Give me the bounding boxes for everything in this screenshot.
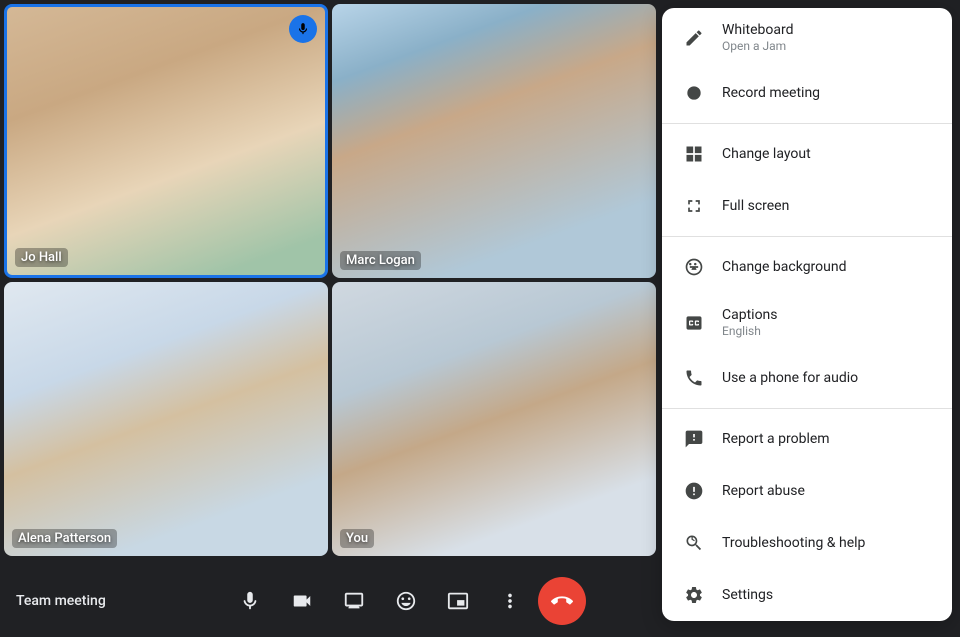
captions-label: Captions: [722, 307, 778, 323]
whiteboard-sublabel: Open a Jam: [722, 39, 794, 53]
whiteboard-label: Whiteboard: [722, 22, 794, 38]
video-grid: Jo Hall Marc Logan Alena Patterson You: [0, 0, 660, 560]
pip-button[interactable]: [434, 577, 482, 625]
video-tile-alena: Alena Patterson: [4, 282, 328, 556]
report-abuse-icon: [682, 479, 706, 503]
bottom-toolbar: Team meeting: [0, 565, 660, 637]
menu-item-report-problem[interactable]: Report a problem: [662, 413, 952, 465]
present-button[interactable]: [330, 577, 378, 625]
edit-icon: [682, 26, 706, 50]
video-tile-marc: Marc Logan: [332, 4, 656, 278]
help-icon: [682, 531, 706, 555]
menu-item-whiteboard[interactable]: Whiteboard Open a Jam: [662, 8, 952, 67]
divider-3: [662, 408, 952, 409]
audio-indicator-jo: [289, 15, 317, 43]
change-layout-label: Change layout: [722, 146, 811, 162]
menu-item-change-layout[interactable]: Change layout: [662, 128, 952, 180]
menu-item-captions[interactable]: Captions English: [662, 293, 952, 352]
toolbar-controls: [226, 577, 586, 625]
background-icon: [682, 255, 706, 279]
react-button[interactable]: [382, 577, 430, 625]
report-problem-icon: [682, 427, 706, 451]
video-tile-you: You: [332, 282, 656, 556]
meeting-title: Team meeting: [16, 593, 106, 609]
mic-button[interactable]: [226, 577, 274, 625]
menu-item-report-abuse[interactable]: Report abuse: [662, 465, 952, 517]
report-problem-label: Report a problem: [722, 431, 830, 447]
camera-button[interactable]: [278, 577, 326, 625]
participant-name-marc: Marc Logan: [340, 251, 421, 270]
divider-2: [662, 236, 952, 237]
menu-item-phone-audio[interactable]: Use a phone for audio: [662, 352, 952, 404]
settings-icon: [682, 583, 706, 607]
record-icon: [682, 81, 706, 105]
menu-item-settings[interactable]: Settings: [662, 569, 952, 621]
menu-item-record[interactable]: Record meeting: [662, 67, 952, 119]
more-options-button[interactable]: [486, 577, 534, 625]
cc-icon: [682, 311, 706, 335]
fullscreen-icon: [682, 194, 706, 218]
settings-label: Settings: [722, 587, 773, 603]
video-tile-jo: Jo Hall: [4, 4, 328, 278]
divider-1: [662, 123, 952, 124]
report-abuse-label: Report abuse: [722, 483, 805, 499]
layout-icon: [682, 142, 706, 166]
change-background-label: Change background: [722, 259, 847, 275]
menu-item-troubleshooting[interactable]: Troubleshooting & help: [662, 517, 952, 569]
end-call-button[interactable]: [538, 577, 586, 625]
menu-item-change-background[interactable]: Change background: [662, 241, 952, 293]
captions-sublabel: English: [722, 324, 778, 338]
context-menu: Whiteboard Open a Jam Record meeting Cha…: [662, 8, 952, 621]
troubleshooting-label: Troubleshooting & help: [722, 535, 865, 551]
menu-item-fullscreen[interactable]: Full screen: [662, 180, 952, 232]
phone-audio-label: Use a phone for audio: [722, 370, 858, 386]
participant-name-jo: Jo Hall: [15, 248, 68, 267]
participant-name-you: You: [340, 529, 374, 548]
participant-name-alena: Alena Patterson: [12, 529, 117, 548]
fullscreen-label: Full screen: [722, 198, 789, 214]
record-label: Record meeting: [722, 85, 820, 101]
phone-icon: [682, 366, 706, 390]
